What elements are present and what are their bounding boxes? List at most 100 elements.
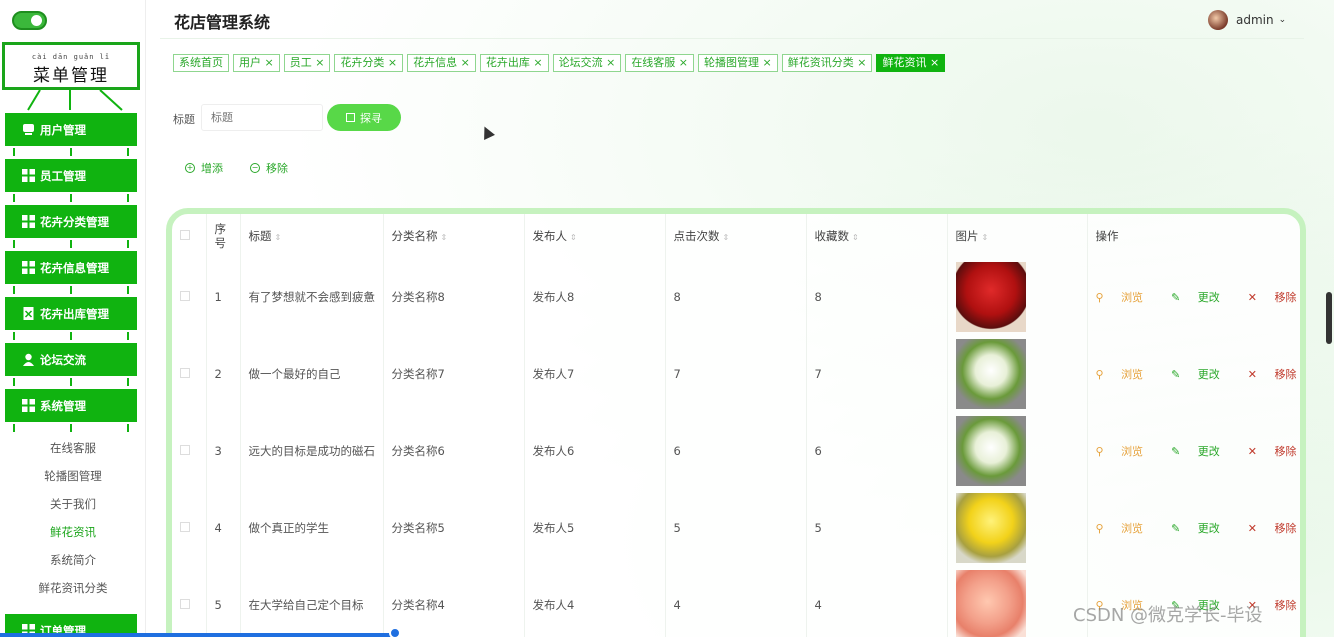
- tab-10[interactable]: 鲜花资讯分类 ×: [781, 54, 873, 72]
- tab-2[interactable]: 用户 ×: [233, 54, 280, 72]
- tab-3[interactable]: 员工 ×: [283, 54, 331, 72]
- submenu-item[interactable]: 轮播图管理: [0, 465, 146, 493]
- delete-button[interactable]: ✕ 移除: [1247, 520, 1300, 536]
- row-checkbox[interactable]: [172, 489, 207, 566]
- remove-button-label: 移除: [266, 162, 288, 175]
- close-icon: ✕: [1247, 444, 1261, 458]
- row-checkbox[interactable]: [172, 335, 207, 412]
- row-checkbox[interactable]: [172, 566, 207, 637]
- edit-icon: ✎: [1171, 521, 1184, 535]
- tab-11[interactable]: 鲜花资讯 ×: [876, 54, 946, 72]
- sidebar-item-label: 花卉分类管理: [40, 214, 109, 229]
- search-button[interactable]: 探寻: [327, 104, 401, 131]
- sidebar-item-7[interactable]: 系统管理: [5, 389, 137, 422]
- sidebar-item-6[interactable]: 论坛交流: [5, 343, 137, 376]
- menu-title-pinyin: cài dān guǎn lǐ: [31, 53, 111, 61]
- cell-favs: 7: [806, 335, 948, 412]
- cell-image: [947, 335, 1088, 412]
- sidebar-item-label: 花卉信息管理: [40, 260, 109, 275]
- cell-favs: 8: [806, 258, 948, 335]
- cell-category: 分类名称6: [383, 412, 525, 489]
- cell-clicks: 7: [665, 335, 807, 412]
- sidebar-item-1[interactable]: 用户管理: [5, 113, 137, 146]
- submenu-item[interactable]: 关于我们: [0, 493, 146, 521]
- table-row[interactable]: 2 做一个最好的自己 分类名称7 发布人7 7 7 ⚲ 浏览 ✎ 更改 ✕ 移除: [172, 335, 1300, 412]
- edit-button[interactable]: ✎ 更改: [1171, 289, 1234, 305]
- sidebar-item-5[interactable]: 花卉出库管理: [5, 297, 137, 330]
- search-input[interactable]: [201, 104, 323, 131]
- peach-rose-bouquet-image[interactable]: [955, 569, 1026, 637]
- tab-9[interactable]: 轮播图管理 ×: [698, 54, 778, 72]
- minus-icon: −: [250, 163, 260, 173]
- plus-icon: +: [185, 163, 195, 173]
- sidebar-toggle[interactable]: [12, 11, 47, 30]
- remove-button[interactable]: − 移除: [240, 154, 298, 182]
- sidebar: cài dān guǎn lǐ 菜单管理 用户管理员工管理花卉分类管理 花卉信息管…: [0, 0, 146, 637]
- red-rose-bouquet-image[interactable]: [955, 261, 1026, 332]
- view-button[interactable]: ⚲ 浏览: [1096, 289, 1158, 305]
- cell-ops: ⚲ 浏览 ✎ 更改 ✕ 移除: [1087, 258, 1300, 335]
- tab-8[interactable]: 在线客服 ×: [625, 54, 695, 72]
- tab-7[interactable]: 论坛交流 ×: [552, 54, 622, 72]
- edit-button[interactable]: ✎ 更改: [1171, 366, 1234, 382]
- lily-bouquet-image[interactable]: [955, 415, 1026, 486]
- submenu-item[interactable]: 在线客服: [0, 437, 146, 465]
- delete-button[interactable]: ✕ 移除: [1247, 443, 1300, 459]
- cell-no: 2: [206, 335, 241, 412]
- submenu-item[interactable]: 鲜花资讯分类: [0, 577, 146, 605]
- user-menu[interactable]: admin ⌄: [1208, 10, 1286, 30]
- sidebar-item-4[interactable]: 花卉信息管理: [5, 251, 137, 284]
- delete-button[interactable]: ✕ 移除: [1247, 366, 1300, 382]
- row-checkbox[interactable]: [172, 258, 207, 335]
- sidebar-item-3[interactable]: 花卉分类管理: [5, 205, 137, 238]
- sidebar-item-label: 员工管理: [40, 168, 86, 183]
- cell-clicks: 5: [665, 489, 807, 566]
- submenu-item[interactable]: 系统简介: [0, 549, 146, 577]
- table-row[interactable]: 1 有了梦想就不会感到疲惫 分类名称8 发布人8 8 8 ⚲ 浏览 ✎ 更改 ✕ 移除: [172, 258, 1300, 335]
- col-header-favs[interactable]: 收藏数 ⇕: [806, 214, 948, 258]
- close-icon: ✕: [1247, 521, 1261, 535]
- view-button[interactable]: ⚲ 浏览: [1096, 366, 1158, 382]
- submenu: 在线客服 轮播图管理 关于我们 鲜花资讯 系统简介 鲜花资讯分类: [0, 437, 146, 605]
- col-header-clicks[interactable]: 点击次数 ⇕: [665, 214, 807, 258]
- cell-title: 做个真正的学生: [240, 489, 384, 566]
- col-header-category[interactable]: 分类名称 ⇕: [383, 214, 525, 258]
- yellow-bouquet-image[interactable]: [955, 492, 1026, 563]
- tab-6[interactable]: 花卉出库 ×: [479, 54, 549, 72]
- cell-category: 分类名称7: [383, 335, 525, 412]
- select-all-checkbox[interactable]: [172, 214, 207, 258]
- edit-icon: ✎: [1171, 444, 1184, 458]
- submenu-item[interactable]: 鲜花资讯: [0, 521, 146, 549]
- cell-no: 5: [206, 566, 241, 637]
- view-button[interactable]: ⚲ 浏览: [1096, 443, 1158, 459]
- add-button[interactable]: + 增添: [175, 154, 233, 182]
- tab-5[interactable]: 花卉信息 ×: [407, 54, 476, 72]
- edit-button[interactable]: ✎ 更改: [1171, 443, 1234, 459]
- cell-no: 3: [206, 412, 241, 489]
- sort-icon: ⇕: [440, 233, 448, 242]
- close-icon: ✕: [1247, 367, 1261, 381]
- col-header-title[interactable]: 标题 ⇕: [240, 214, 384, 258]
- lily-bouquet-image[interactable]: [955, 338, 1026, 409]
- table-row[interactable]: 4 做个真正的学生 分类名称5 发布人5 5 5 ⚲ 浏览 ✎ 更改 ✕ 移除: [172, 489, 1300, 566]
- view-button[interactable]: ⚲ 浏览: [1096, 520, 1158, 536]
- row-checkbox[interactable]: [172, 412, 207, 489]
- grid-icon: [22, 215, 35, 228]
- search-icon: ⚲: [1095, 521, 1108, 535]
- menu-title: cài dān guǎn lǐ 菜单管理: [2, 42, 140, 90]
- avatar: [1208, 10, 1228, 30]
- table-row[interactable]: 3 远大的目标是成功的磁石 分类名称6 发布人6 6 6 ⚲ 浏览 ✎ 更改 ✕ 移除: [172, 412, 1300, 489]
- progress-handle[interactable]: [389, 627, 401, 637]
- delete-button[interactable]: ✕ 移除: [1248, 289, 1300, 305]
- tab-4[interactable]: 花卉分类 ×: [334, 54, 404, 72]
- data-table: 序号 标题 ⇕ 分类名称 ⇕ 发布人 ⇕ 点击次数 ⇕ 收藏数 ⇕ 图片 ⇕ 操作 1 有了梦…: [172, 214, 1300, 637]
- app-title: 花店管理系统: [174, 13, 271, 32]
- sidebar-item-divider: [5, 240, 137, 248]
- edit-button[interactable]: ✎ 更改: [1171, 520, 1234, 536]
- scrollbar[interactable]: [1326, 292, 1332, 344]
- sidebar-item-2[interactable]: 员工管理: [5, 159, 137, 192]
- cell-image: [947, 412, 1088, 489]
- col-header-image[interactable]: 图片 ⇕: [947, 214, 1088, 258]
- tab-1[interactable]: 系统首页: [173, 54, 229, 72]
- col-header-author[interactable]: 发布人 ⇕: [524, 214, 666, 258]
